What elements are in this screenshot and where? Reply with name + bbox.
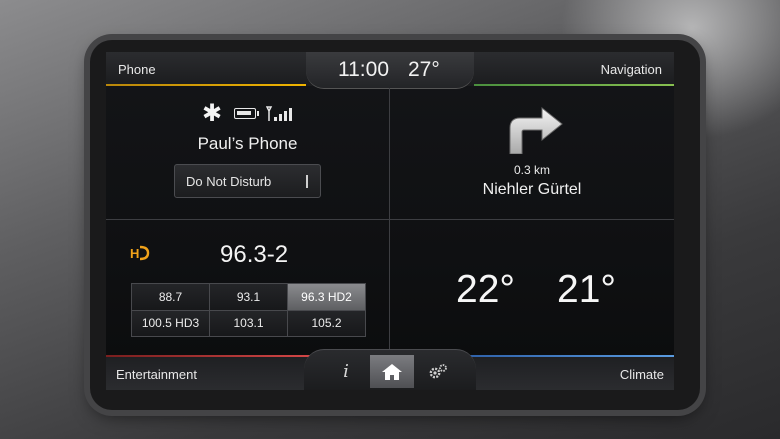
home-icon — [382, 363, 402, 380]
info-icon: i — [343, 361, 349, 382]
preset-button[interactable]: 88.7 — [132, 284, 209, 310]
infotainment-screen: Phone Navigation 11:00 27° ✱ Paul’s Phon… — [106, 52, 674, 390]
nav-distance: 0.3 km — [513, 163, 550, 177]
passenger-temperature[interactable]: 21° — [557, 268, 616, 312]
preset-button[interactable]: 105.2 — [288, 310, 365, 336]
preset-button[interactable]: 103.1 — [210, 310, 287, 336]
nav-street-name: Niehler Gürtel — [482, 181, 582, 198]
hd-radio-icon: H — [130, 245, 150, 261]
navigation-tab-label[interactable]: Navigation — [601, 62, 662, 77]
clock-time: 11:00 — [338, 58, 389, 81]
preset-grid: 88.7 93.1 96.3 HD2 100.5 HD3 103.1 105.2 — [131, 283, 366, 337]
phone-tab-label[interactable]: Phone — [118, 62, 156, 77]
phone-accent-line — [106, 84, 306, 86]
preset-button[interactable]: 93.1 — [210, 284, 287, 310]
do-not-disturb-button[interactable]: Do Not Disturb — [174, 164, 321, 198]
driver-temperature[interactable]: 22° — [456, 268, 515, 312]
settings-icon — [429, 363, 447, 378]
do-not-disturb-label: Do Not Disturb — [186, 174, 272, 189]
home-button[interactable] — [370, 355, 414, 388]
quadrant-divider-vertical — [389, 88, 390, 353]
climate-accent-line — [459, 355, 674, 357]
toggle-indicator-icon — [306, 175, 308, 188]
turn-right-arrow-icon — [509, 106, 563, 154]
bluetooth-icon: ✱ — [202, 100, 223, 127]
signal-icon — [265, 106, 294, 122]
entertainment-accent-line — [106, 355, 321, 357]
preset-button[interactable]: 100.5 HD3 — [132, 310, 209, 336]
quadrant-divider-horizontal — [106, 219, 674, 220]
battery-tip — [257, 111, 259, 116]
settings-button[interactable] — [416, 355, 460, 388]
phone-device-name: Paul’s Phone — [197, 134, 298, 153]
battery-icon — [234, 108, 256, 119]
preset-button-active[interactable]: 96.3 HD2 — [288, 284, 365, 310]
entertainment-tab-label[interactable]: Entertainment — [116, 367, 197, 382]
navigation-accent-line — [474, 84, 674, 86]
info-button[interactable]: i — [324, 355, 368, 388]
svg-text:H: H — [130, 246, 139, 261]
bottom-button-tab: i — [304, 349, 476, 390]
outside-temperature: 27° — [408, 58, 440, 81]
climate-tab-label[interactable]: Climate — [620, 367, 664, 382]
clock-tab: 11:00 27° — [306, 52, 474, 89]
current-station: 96.3-2 — [220, 241, 289, 268]
